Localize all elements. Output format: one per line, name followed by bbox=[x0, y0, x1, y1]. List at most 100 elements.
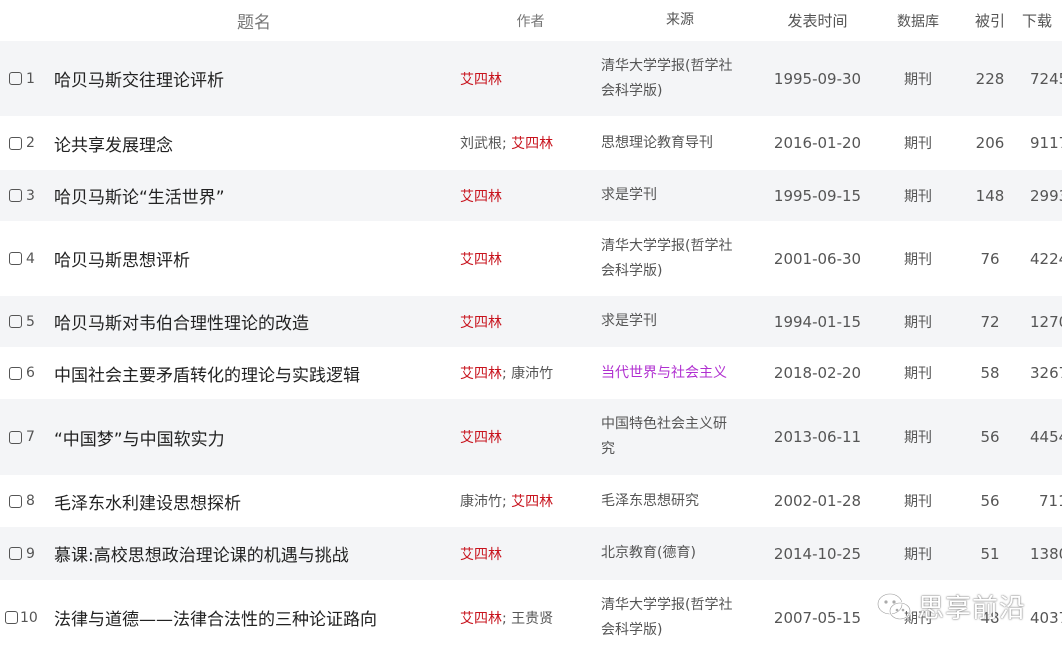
database-type: 期刊 bbox=[904, 366, 932, 382]
row-number: 1 bbox=[26, 70, 35, 87]
author-link[interactable]: 康沛竹 bbox=[511, 366, 553, 382]
author-link[interactable]: 艾四林 bbox=[460, 315, 502, 331]
article-title-link[interactable]: “中国梦”与中国软实力 bbox=[48, 399, 460, 475]
row-checkbox[interactable] bbox=[9, 189, 22, 202]
author-cell: 艾四林 bbox=[460, 399, 601, 475]
row-checkbox[interactable] bbox=[9, 494, 22, 508]
row-select-cell: 6 bbox=[0, 347, 48, 399]
source-link[interactable]: 中国特色社会主义研究 bbox=[601, 399, 759, 475]
publish-date: 2013-06-11 bbox=[759, 399, 876, 475]
author-link[interactable]: 艾四林 bbox=[511, 136, 553, 152]
article-title-link[interactable]: 哈贝马斯论“生活世界” bbox=[48, 170, 460, 221]
author-link[interactable]: 艾四林 bbox=[511, 494, 553, 510]
author-separator: ; bbox=[502, 366, 512, 382]
author-cell: 刘武根; 艾四林 bbox=[460, 116, 601, 170]
row-number: 6 bbox=[26, 365, 35, 381]
publish-date: 1994-01-15 bbox=[759, 296, 876, 347]
results-body: 1 哈贝马斯交往理论评析 艾四林 清华大学学报(哲学社 会科学版) 1995-09-30 期… bbox=[0, 41, 1062, 655]
header-source[interactable]: 来源 bbox=[601, 0, 759, 41]
author-separator: ; bbox=[502, 136, 512, 152]
article-title-link[interactable]: 哈贝马斯思想评析 bbox=[48, 221, 460, 296]
header-cited[interactable]: 被引 bbox=[960, 0, 1020, 41]
source-line: 会科学版) bbox=[601, 621, 663, 638]
author-link[interactable]: 艾四林 bbox=[460, 189, 502, 205]
author-link[interactable]: 艾四林 bbox=[460, 366, 502, 382]
row-checkbox[interactable] bbox=[9, 366, 22, 380]
row-number: 4 bbox=[26, 250, 35, 267]
source-link[interactable]: 北京教育(德育) bbox=[601, 527, 759, 580]
header-downloads[interactable]: 下载 bbox=[1020, 0, 1062, 41]
source-link[interactable]: 清华大学学报(哲学社 会科学版) bbox=[601, 580, 759, 655]
source-link[interactable]: 求是学刊 bbox=[601, 170, 759, 221]
author-cell: 艾四林; 王贵贤 bbox=[460, 580, 601, 655]
row-select-cell: 2 bbox=[0, 116, 48, 170]
article-title-link[interactable]: 哈贝马斯对韦伯合理性理论的改造 bbox=[48, 296, 460, 347]
publish-date: 2007-05-15 bbox=[773, 608, 862, 627]
cited-count[interactable]: 228 bbox=[960, 41, 1020, 116]
author-link[interactable]: 康沛竹 bbox=[460, 494, 502, 510]
article-title-link[interactable]: 慕课:高校思想政治理论课的机遇与挑战 bbox=[48, 527, 460, 580]
row-checkbox[interactable] bbox=[9, 136, 22, 150]
database-type: 期刊 bbox=[904, 136, 932, 152]
cited-count[interactable]: 58 bbox=[960, 347, 1020, 399]
source-link[interactable]: 当代世界与社会主义 bbox=[601, 347, 759, 399]
article-title-link[interactable]: 论共享发展理念 bbox=[48, 116, 460, 170]
download-cell: 4224◞ bbox=[1020, 221, 1062, 296]
author-link[interactable]: 艾四林 bbox=[460, 611, 502, 627]
author-cell: 艾四林 bbox=[460, 527, 601, 580]
article-title-link[interactable]: 毛泽东水利建设思想探析 bbox=[48, 475, 460, 527]
download-count: 9117 bbox=[1030, 134, 1062, 152]
download-count: 4224 bbox=[1030, 249, 1062, 268]
row-checkbox[interactable] bbox=[9, 315, 22, 328]
author-link[interactable]: 艾四林 bbox=[460, 252, 502, 268]
header-author[interactable]: 作者 bbox=[460, 0, 601, 41]
cited-count[interactable]: 72 bbox=[960, 296, 1020, 347]
cited-count[interactable]: 76 bbox=[960, 221, 1020, 296]
article-title-link[interactable]: 中国社会主要矛盾转化的理论与实践逻辑 bbox=[48, 347, 460, 399]
cited-count[interactable]: 206 bbox=[960, 116, 1020, 170]
row-checkbox[interactable] bbox=[9, 547, 22, 560]
source-line: 清华大学学报(哲学社 bbox=[601, 237, 733, 254]
publish-date: 1995-09-15 bbox=[759, 170, 876, 221]
publish-date: 2016-01-20 bbox=[773, 134, 862, 152]
publish-date: 1995-09-30 bbox=[759, 41, 876, 116]
publish-date: 2018-02-20 bbox=[773, 364, 862, 382]
author-link[interactable]: 艾四林 bbox=[460, 547, 502, 563]
author-link[interactable]: 艾四林 bbox=[460, 430, 502, 446]
source-link[interactable]: 求是学刊 bbox=[601, 296, 759, 347]
header-date[interactable]: 发表时间 bbox=[759, 0, 876, 41]
source-line: 求是学刊 bbox=[601, 187, 657, 203]
author-link[interactable]: 艾四林 bbox=[460, 72, 502, 88]
row-number: 3 bbox=[26, 187, 35, 204]
publish-date: 2014-10-25 bbox=[759, 527, 876, 580]
row-number: 5 bbox=[26, 313, 35, 330]
row-checkbox[interactable] bbox=[9, 430, 22, 444]
header-database[interactable]: 数据库 bbox=[876, 0, 960, 41]
results-table: 题名 作者 来源 发表时间 数据库 被引 下载 1 哈贝马斯交往理论评析 艾四林 清华… bbox=[0, 0, 1062, 655]
source-link[interactable]: 思想理论教育导刊 bbox=[601, 116, 759, 170]
row-number: 7 bbox=[26, 429, 35, 445]
author-link[interactable]: 刘武根 bbox=[460, 136, 502, 152]
source-link[interactable]: 清华大学学报(哲学社 会科学版) bbox=[601, 221, 759, 296]
row-checkbox[interactable] bbox=[9, 72, 22, 85]
author-cell: 艾四林 bbox=[460, 296, 601, 347]
download-cell: 1270◞ bbox=[1020, 296, 1062, 347]
source-link[interactable]: 清华大学学报(哲学社 会科学版) bbox=[601, 41, 759, 116]
database-type: 期刊 bbox=[876, 41, 960, 116]
cited-count[interactable]: 56 bbox=[960, 475, 1020, 527]
publish-date: 2001-06-30 bbox=[773, 249, 862, 268]
cited-count[interactable]: 56 bbox=[960, 399, 1020, 475]
watermark: 思享前沿 bbox=[876, 588, 1026, 625]
cited-count[interactable]: 51 bbox=[960, 527, 1020, 580]
article-title-link[interactable]: 哈贝马斯交往理论评析 bbox=[48, 41, 460, 116]
author-link[interactable]: 王贵贤 bbox=[511, 611, 553, 627]
header-title[interactable]: 题名 bbox=[48, 0, 460, 41]
database-type: 期刊 bbox=[876, 399, 960, 475]
row-select-cell: 8 bbox=[0, 475, 48, 527]
row-checkbox[interactable] bbox=[5, 611, 18, 624]
article-title-link[interactable]: 法律与道德——法律合法性的三种论证路向 bbox=[48, 580, 460, 655]
row-checkbox[interactable] bbox=[9, 252, 22, 265]
source-link[interactable]: 毛泽东思想研究 bbox=[601, 475, 759, 527]
cited-count[interactable]: 148 bbox=[960, 170, 1020, 221]
download-count: 1270 bbox=[1030, 312, 1062, 331]
